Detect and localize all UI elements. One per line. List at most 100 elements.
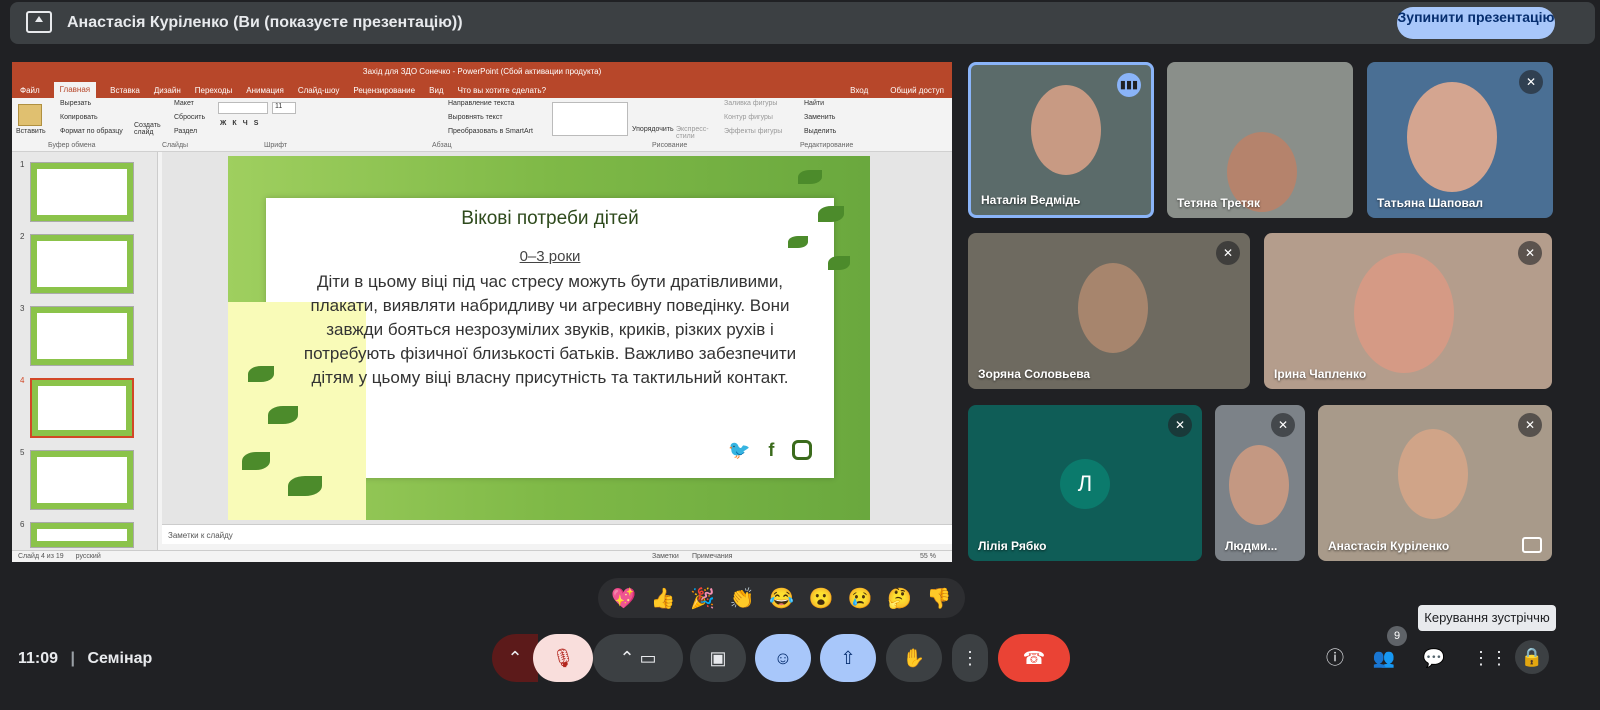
ppt-tab-file[interactable]: Файл — [20, 86, 40, 95]
participant-tile[interactable]: ✕ Татьяна Шаповал — [1367, 62, 1553, 218]
participant-name: Анастасія Куріленко — [1328, 539, 1450, 553]
activities-icon[interactable]: ⋮⋮ — [1472, 646, 1508, 670]
camera-button[interactable]: ⌃ ▭ — [593, 634, 683, 682]
mic-off-button[interactable]: 🎙 — [533, 634, 593, 682]
present-screen-button[interactable]: ⇧ — [820, 634, 876, 682]
reaction-surprised-button[interactable]: 😮 — [808, 586, 833, 611]
current-slide[interactable]: Вікові потреби дітей 0–3 роки Діти в цьо… — [228, 156, 870, 520]
participant-name: Зоряна Соловьева — [978, 367, 1091, 381]
participant-tile[interactable]: ✕ Анастасія Куріленко — [1318, 405, 1552, 561]
end-call-button[interactable]: ☎ — [998, 634, 1070, 682]
ppt-tab-slideshow[interactable]: Слайд-шоу — [298, 86, 339, 95]
slide-thumbnail[interactable] — [30, 522, 134, 548]
leaf-decoration — [248, 366, 274, 382]
raise-hand-button[interactable]: ✋ — [886, 634, 942, 682]
paste-icon[interactable] — [18, 104, 42, 126]
captions-button[interactable]: ▣ — [690, 634, 746, 682]
host-controls-lock-icon[interactable]: 🔒 — [1515, 640, 1549, 674]
participant-video — [1407, 82, 1497, 192]
find-button[interactable]: Найти — [804, 100, 824, 107]
participant-video — [1031, 85, 1101, 175]
leaf-decoration — [268, 406, 298, 424]
people-icon[interactable]: 👥 — [1372, 646, 1396, 670]
reaction-heart-button[interactable]: 💖 — [611, 586, 636, 611]
section-button[interactable]: Раздел — [174, 128, 197, 135]
participant-name: Татьяна Шаповал — [1377, 196, 1484, 210]
copy-button[interactable]: Копировать — [60, 114, 98, 121]
shapes-gallery[interactable] — [552, 102, 628, 136]
participant-tile[interactable]: ✕ Зоряна Соловьева — [968, 233, 1250, 389]
meeting-details-icon[interactable]: ⓘ — [1323, 646, 1347, 670]
ppt-ribbon-tabs: Файл Главная Вставка Дизайн Переходы Ани… — [12, 82, 952, 98]
mic-off-icon: ✕ — [1518, 413, 1542, 437]
ppt-tell-me[interactable]: Что вы хотите сделать? — [458, 86, 546, 95]
align-text-button[interactable]: Выровнять текст — [448, 114, 503, 121]
ppt-tab-insert[interactable]: Вставка — [110, 86, 140, 95]
ppt-tab-design[interactable]: Дизайн — [154, 86, 181, 95]
meeting-name: Семінар — [87, 650, 153, 667]
thumb-number: 1 — [20, 160, 25, 169]
font-size-select[interactable]: 11 — [272, 102, 296, 114]
participant-tile[interactable]: ▮▮▮ Наталія Ведмідь — [968, 62, 1154, 218]
presenting-title: Анастасія Куріленко (Ви (показуєте презе… — [67, 14, 463, 31]
emoji-reactions-button[interactable]: ☺ — [755, 634, 811, 682]
slide-thumbnail[interactable] — [30, 450, 134, 510]
present-screen-icon — [26, 11, 52, 33]
reaction-sad-button[interactable]: 😢 — [848, 586, 873, 611]
ppt-tab-view[interactable]: Вид — [429, 86, 443, 95]
comments-toggle[interactable]: Примечания — [692, 553, 732, 560]
text-direction-button[interactable]: Направление текста — [448, 100, 514, 107]
new-slide-button[interactable]: Создать слайд — [134, 122, 164, 136]
ppt-titlebar: Захід для ЗДО Сонечко - PowerPoint (Сбой… — [12, 62, 952, 82]
notes-toggle[interactable]: Заметки — [652, 553, 679, 560]
select-button[interactable]: Выделить — [804, 128, 836, 135]
format-painter-button[interactable]: Формат по образцу — [60, 128, 123, 135]
ppt-tab-animation[interactable]: Анимация — [246, 86, 284, 95]
reset-button[interactable]: Сбросить — [174, 114, 205, 121]
zoom-level[interactable]: 55 % — [920, 553, 936, 560]
participant-tile[interactable]: ✕ Людми... — [1215, 405, 1305, 561]
reaction-clap-button[interactable]: 👏 — [730, 586, 755, 611]
ppt-tab-home[interactable]: Главная — [53, 82, 97, 98]
slide-thumbnail[interactable] — [30, 306, 134, 366]
shape-fill-button[interactable]: Заливка фигуры — [724, 100, 777, 107]
shape-outline-button[interactable]: Контур фигуры — [724, 114, 773, 121]
reaction-thinking-button[interactable]: 🤔 — [887, 586, 912, 611]
ppt-tab-transitions[interactable]: Переходы — [195, 86, 233, 95]
audio-options-chevron[interactable]: ⌃ — [492, 634, 538, 682]
slide-thumbnail[interactable] — [30, 234, 134, 294]
reaction-laugh-button[interactable]: 😂 — [769, 586, 794, 611]
mic-off-icon: ✕ — [1216, 241, 1240, 265]
participant-tile[interactable]: Л ✕ Лілія Рябко — [968, 405, 1202, 561]
pin-self-icon[interactable] — [1522, 537, 1542, 553]
more-options-button[interactable]: ⋮ — [952, 634, 988, 682]
shape-effects-button[interactable]: Эффекты фигуры — [724, 128, 782, 135]
replace-button[interactable]: Заменить — [804, 114, 835, 121]
participant-video — [1078, 263, 1148, 353]
thumb-number: 6 — [20, 520, 25, 529]
layout-button[interactable]: Макет — [174, 100, 194, 107]
font-style-buttons[interactable]: ЖКЧS — [220, 120, 264, 127]
ppt-tab-review[interactable]: Рецензирование — [353, 86, 415, 95]
cut-button[interactable]: Вырезать — [60, 100, 91, 107]
participant-tile[interactable]: Тетяна Третяк — [1167, 62, 1353, 218]
chat-icon[interactable]: 💬 — [1422, 646, 1446, 670]
ppt-share[interactable]: Общий доступ — [890, 86, 952, 95]
reaction-thumbs-down-button[interactable]: 👎 — [927, 586, 952, 611]
slides-group-label: Слайды — [162, 142, 189, 149]
smartart-button[interactable]: Преобразовать в SmartArt — [448, 128, 533, 135]
slide-notes-field[interactable]: Заметки к слайду — [162, 524, 952, 544]
participant-tile[interactable]: ✕ Ірина Чапленко — [1264, 233, 1552, 389]
reaction-party-button[interactable]: 🎉 — [690, 586, 715, 611]
instagram-icon — [792, 440, 813, 460]
slide-thumbnail[interactable] — [30, 162, 134, 222]
quick-styles-button[interactable]: Экспресс-стили — [676, 126, 716, 140]
mic-off-icon: ✕ — [1168, 413, 1192, 437]
paste-button[interactable]: Вставить — [16, 128, 46, 135]
slide-thumbnail-selected[interactable] — [30, 378, 134, 438]
font-name-select[interactable] — [218, 102, 268, 114]
arrange-button[interactable]: Упорядочить — [632, 126, 674, 133]
stop-presenting-button[interactable]: Зупинити презентацію — [1397, 7, 1555, 39]
ppt-signin[interactable]: Вход — [850, 86, 876, 95]
reaction-thumbs-up-button[interactable]: 👍 — [651, 586, 676, 611]
